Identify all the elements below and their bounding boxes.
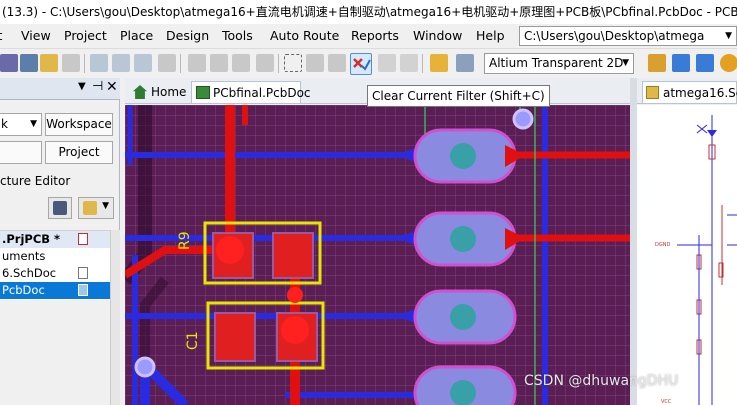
paste-icon[interactable] — [232, 54, 250, 72]
menu-window[interactable]: Window — [413, 28, 462, 43]
tab-label: atmega16.SchDo — [663, 86, 737, 100]
document-icon — [78, 267, 88, 279]
place-pad-icon[interactable] — [720, 54, 737, 72]
undo-icon[interactable] — [378, 54, 396, 72]
file-view-button[interactable] — [48, 197, 72, 219]
pcb-drawing — [125, 105, 630, 405]
view-config-select[interactable]: Altium Transparent 2D ▼ — [484, 53, 634, 74]
browse-components-icon[interactable] — [456, 54, 474, 72]
tree-item-pcbdoc[interactable]: PcbDoc — [0, 282, 110, 299]
tab-pcbfinal[interactable]: PCbfinal.PcbDoc — [191, 81, 311, 103]
project-options-button[interactable]: ▼ — [78, 197, 114, 219]
net-label-vcc: VCC — [661, 399, 672, 405]
workspace-button[interactable]: Workspace — [45, 113, 113, 136]
zoom-area-icon[interactable] — [112, 54, 130, 72]
net-label-dgnd: DGND — [655, 242, 671, 248]
layer-stack-icon — [53, 201, 67, 215]
toolbar-separator — [180, 54, 181, 73]
schematic-view[interactable]: DGND VCC — [637, 105, 737, 405]
zoom-selected-icon[interactable] — [134, 54, 152, 72]
multi-route-icon[interactable] — [696, 54, 714, 72]
interactive-route-icon[interactable] — [648, 54, 666, 72]
tree-item-project[interactable]: .PrjPCB * — [0, 231, 110, 248]
toolbar-separator — [422, 54, 423, 73]
modified-doc-icon — [78, 233, 88, 245]
chevron-down-icon[interactable]: ▼ — [78, 81, 86, 92]
chevron-down-icon: ▼ — [725, 31, 732, 41]
tree-item-label: .PrjPCB * — [2, 232, 61, 246]
tab-atmega16-sch[interactable]: atmega16.SchDo — [642, 81, 737, 103]
menu-view[interactable]: View — [21, 28, 51, 43]
project-path-field[interactable] — [0, 141, 42, 164]
workspace-dropdown[interactable]: k ▼ — [0, 113, 42, 136]
move-icon[interactable] — [306, 54, 324, 72]
panel-scrollbar[interactable] — [110, 230, 120, 405]
window-title: (13.3) - C:\Users\gou\Desktop\atmega16+直… — [0, 0, 737, 24]
view-config-value: Altium Transparent 2D — [489, 56, 624, 70]
document-icon — [78, 284, 88, 296]
projects-panel: ▼ ⊣ ✕ k ▼ Workspace Project cture Editor… — [0, 78, 120, 405]
designator-c1: C1 — [185, 331, 201, 350]
workspace-dropdown-value: k — [1, 117, 8, 131]
tab-home[interactable]: Home — [129, 81, 189, 103]
cross-probe-icon[interactable] — [430, 54, 448, 72]
designator-r9: R9 — [177, 231, 193, 250]
toolbar-separator — [84, 54, 85, 73]
menu-edit[interactable]: it — [0, 28, 2, 43]
tree-item-schdoc[interactable]: 6.SchDoc — [0, 265, 110, 282]
document-path-value: C:\Users\gou\Desktop\atmega — [524, 29, 705, 43]
menu-reports[interactable]: Reports — [351, 28, 399, 43]
print-icon[interactable] — [62, 54, 80, 72]
pcb-doc-icon — [196, 86, 210, 99]
document-path-combo[interactable]: C:\Users\gou\Desktop\atmega ▼ — [519, 26, 737, 46]
cut-icon[interactable] — [188, 54, 206, 72]
tab-label: Home — [151, 85, 187, 99]
tooltip: Clear Current Filter (Shift+C) — [367, 85, 550, 107]
tree-item-label: 6.SchDoc — [2, 266, 57, 280]
diff-pair-route-icon[interactable] — [672, 54, 690, 72]
redo-icon[interactable] — [400, 54, 418, 72]
chevron-down-icon: ▼ — [622, 58, 629, 68]
schematic-drawing — [677, 115, 737, 405]
menu-project[interactable]: Project — [64, 28, 107, 43]
zoom-fit-icon[interactable] — [90, 54, 108, 72]
tree-item-label: uments — [2, 249, 46, 263]
open-project-icon[interactable] — [0, 54, 18, 72]
project-tree: .PrjPCB * uments 6.SchDoc PcbDoc — [0, 230, 110, 300]
panel-header: ▼ ⊣ ✕ — [0, 78, 120, 100]
chevron-down-icon: ▼ — [30, 119, 37, 129]
deselect-icon[interactable] — [328, 54, 346, 72]
chevron-down-icon: ▼ — [102, 201, 109, 211]
menu-help[interactable]: Help — [476, 28, 505, 43]
menu-auto-route[interactable]: Auto Route — [270, 28, 339, 43]
menu-tools[interactable]: Tools — [222, 28, 253, 43]
watermark: CSDN @dhuwangDHU — [524, 373, 679, 389]
copy-icon[interactable] — [210, 54, 228, 72]
menu-place[interactable]: Place — [120, 28, 153, 43]
close-icon[interactable]: ✕ — [106, 79, 118, 95]
open-folder-icon[interactable] — [40, 54, 58, 72]
pcb-canvas[interactable]: R9 C1 — [125, 105, 630, 405]
pin-icon[interactable]: ⊣ — [92, 79, 103, 94]
project-button[interactable]: Project — [45, 141, 113, 164]
structure-editor-label: cture Editor — [0, 174, 71, 188]
folder-icon — [83, 201, 97, 215]
tree-item-label: PcbDoc — [2, 283, 45, 297]
menu-design[interactable]: Design — [166, 28, 209, 43]
toolbar-separator — [278, 54, 279, 73]
clear-filter-icon[interactable] — [350, 53, 372, 75]
sch-doc-icon — [646, 86, 659, 99]
home-icon — [133, 85, 147, 99]
select-area-icon[interactable] — [284, 54, 302, 72]
rubber-stamp-icon[interactable] — [256, 54, 274, 72]
tab-label: PCbfinal.PcbDoc — [213, 86, 311, 100]
layer-stack-icon[interactable] — [20, 54, 38, 72]
browse-icon[interactable] — [158, 54, 176, 72]
split-view-divider[interactable] — [630, 78, 637, 405]
tree-item-documents[interactable]: uments — [0, 248, 110, 265]
